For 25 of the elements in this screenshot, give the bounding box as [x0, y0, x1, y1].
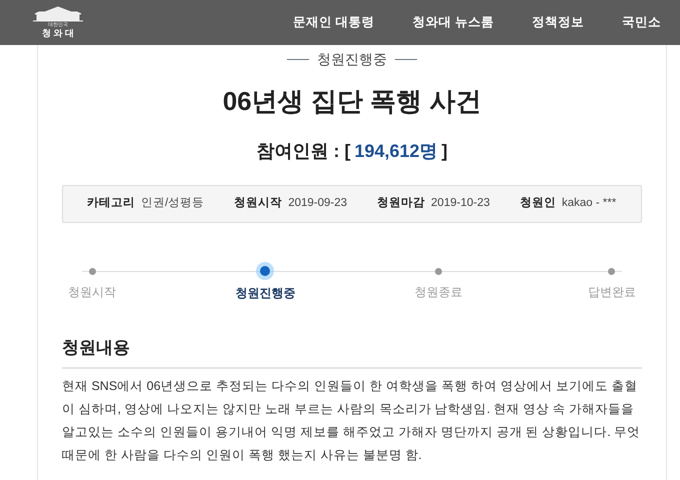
nav-link[interactable]: 청와대 뉴스룸 [412, 13, 494, 32]
section-heading: 청원내용 [62, 335, 642, 368]
info-label: 카테고리 [87, 196, 135, 212]
info-label: 청원마감 [377, 196, 426, 212]
info-value: 2019-10-23 [431, 196, 490, 212]
nav-link[interactable]: 국민소 [622, 13, 661, 32]
info-value: kakao - *** [562, 196, 616, 212]
info-value: 인권/성평등 [141, 196, 204, 212]
logo-caption: 청 와 대 [42, 28, 74, 39]
petition-text: 현재 SNS에서 06년생으로 추정되는 다수의 인원들이 한 여학생을 폭행 하여 영상에서 보기에도 출혈이 심하며, 영상에 나오지는 않지만 노래 부르는 사람의 목소리가 남학생임. 현재 영상 속 가해자들을 알고있는 소수의 인원들이 용기내어 익명 제보를 해주었고 가해자 명단까지 공개 된 상황입니다. 무엇 때문에 한 사람을 다수의 인원이 폭행 했는지 사유는 불분명 함. [62, 378, 642, 464]
petition-title: 06년생 집단 폭행 사건 [222, 85, 482, 118]
building-icon [31, 6, 85, 22]
nav-link[interactable]: 정책정보 [532, 13, 584, 32]
step-label: 답변완료 [588, 284, 636, 301]
participants-bracket: ] [442, 140, 448, 163]
step-label: 청원종료 [414, 284, 463, 301]
participants-label: 참여인원 : [ [256, 140, 350, 163]
petition-status: 청원진행중 [317, 50, 387, 69]
info-value: 2019-09-23 [288, 196, 348, 212]
info-label: 청원시작 [234, 196, 282, 212]
nav-link[interactable]: 문재인 대통령 [293, 13, 374, 32]
step-label: 청원진행중 [235, 285, 296, 302]
step-label: 청원시작 [68, 284, 116, 301]
info-label: 청원인 [520, 196, 556, 212]
participants-count: 194,612명 [354, 140, 438, 163]
